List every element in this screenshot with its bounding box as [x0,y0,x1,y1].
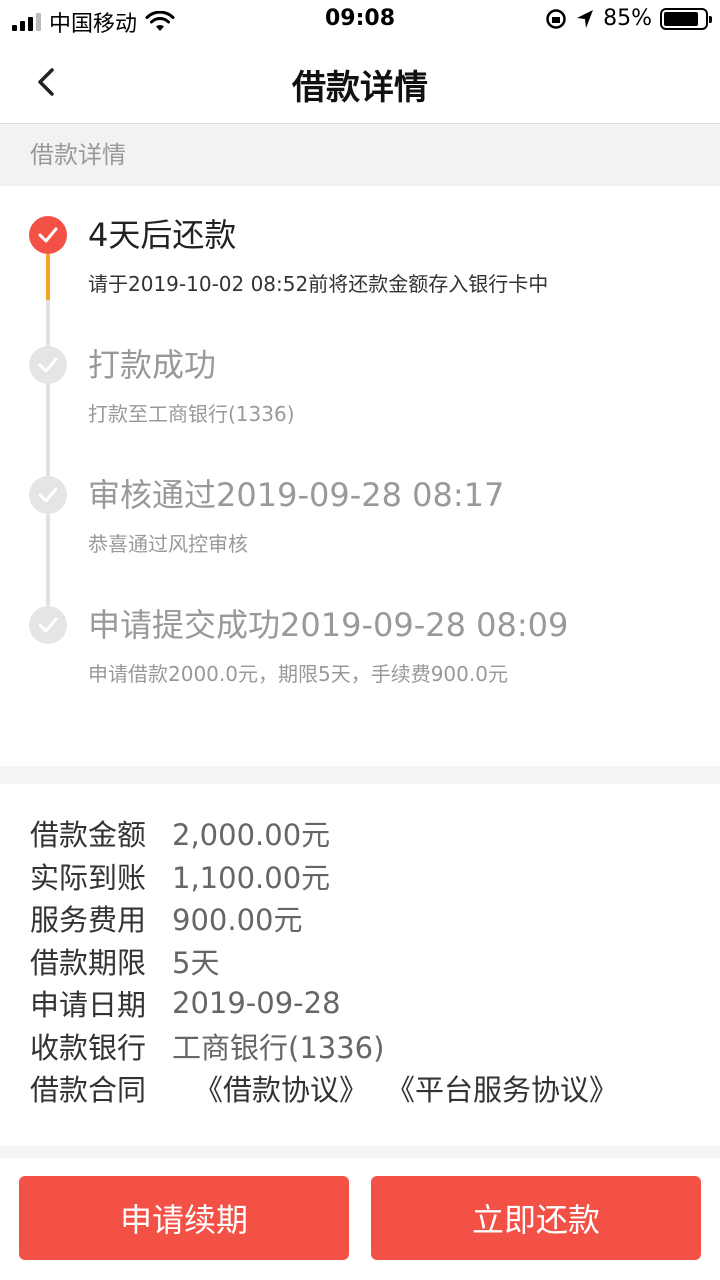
detail-label: 借款合同 [30,1073,147,1108]
check-icon [38,487,58,503]
battery-icon [660,7,712,30]
detail-value: 工商银行(1336) [172,1030,385,1065]
detail-label: 实际到账 [30,860,147,895]
timeline-title: 申请提交成功2019-09-28 08:09 [88,606,569,644]
timeline-title: 打款成功 [88,346,217,384]
timeline-subtitle: 申请借款2000.0元，期限5天，手续费900.0元 [88,662,508,686]
page-title: 借款详情 [292,68,428,108]
timeline-subtitle: 请于2019-10-02 08:52前将还款金额存入银行卡中 [88,272,549,296]
detail-row-apply-date: 申请日期 2019-09-28 [30,982,700,1025]
timeline-title: 审核通过2019-09-28 08:17 [88,476,505,514]
status-bar: 中国移动 09:08 85% [0,0,720,40]
timeline-dot [29,476,67,514]
detail-row-bank: 收款银行 工商银行(1336) [30,1025,700,1068]
detail-row-contract: 借款合同 《借款协议》 《平台服务协议》 [30,1067,700,1110]
check-icon [38,227,58,243]
timeline-subtitle: 打款至工商银行(1336) [88,402,295,426]
check-icon [38,617,58,633]
timeline-dot-active [29,216,67,254]
detail-value: 900.00元 [172,903,303,938]
loan-agreement-link[interactable]: 《借款协议》 [194,1067,368,1109]
repay-button[interactable]: 立即还款 [371,1176,701,1260]
detail-label: 借款金额 [30,818,147,853]
status-right: 85% [545,6,712,31]
timeline-dot [29,606,67,644]
detail-label: 借款期限 [30,945,147,980]
loan-details: 借款金额 2,000.00元 实际到账 1,100.00元 服务费用 900.0… [30,812,700,1110]
timeline-title: 4天后还款 [88,216,237,254]
loan-timeline: 4天后还款 请于2019-10-02 08:52前将还款金额存入银行卡中 打款成… [0,186,720,766]
detail-label: 服务费用 [30,903,147,938]
detail-label: 收款银行 [30,1030,147,1065]
timeline-subtitle: 恭喜通过风控审核 [88,532,248,556]
section-header: 借款详情 [0,124,720,186]
detail-value: 2,000.00元 [172,818,331,853]
detail-row-loan-amount: 借款金额 2,000.00元 [30,812,700,855]
rotation-lock-icon [546,8,566,29]
timeline-dot [29,346,67,384]
detail-value: 1,100.00元 [172,860,331,895]
detail-row-received: 实际到账 1,100.00元 [30,855,700,898]
detail-value: 2019-09-28 [172,986,341,1021]
detail-label: 申请日期 [30,988,147,1023]
section-divider [0,766,720,784]
detail-value: 5天 [172,945,220,980]
nav-bar: 借款详情 [0,40,720,124]
service-agreement-link[interactable]: 《平台服务协议》 [386,1067,618,1109]
location-icon [577,9,594,28]
renew-button[interactable]: 申请续期 [19,1176,349,1260]
detail-row-term: 借款期限 5天 [30,940,700,983]
battery-percent: 85% [603,6,652,31]
timeline-progress-line [46,254,50,300]
section-divider [0,1146,720,1158]
check-icon [38,357,58,373]
detail-row-service-fee: 服务费用 900.00元 [30,897,700,940]
